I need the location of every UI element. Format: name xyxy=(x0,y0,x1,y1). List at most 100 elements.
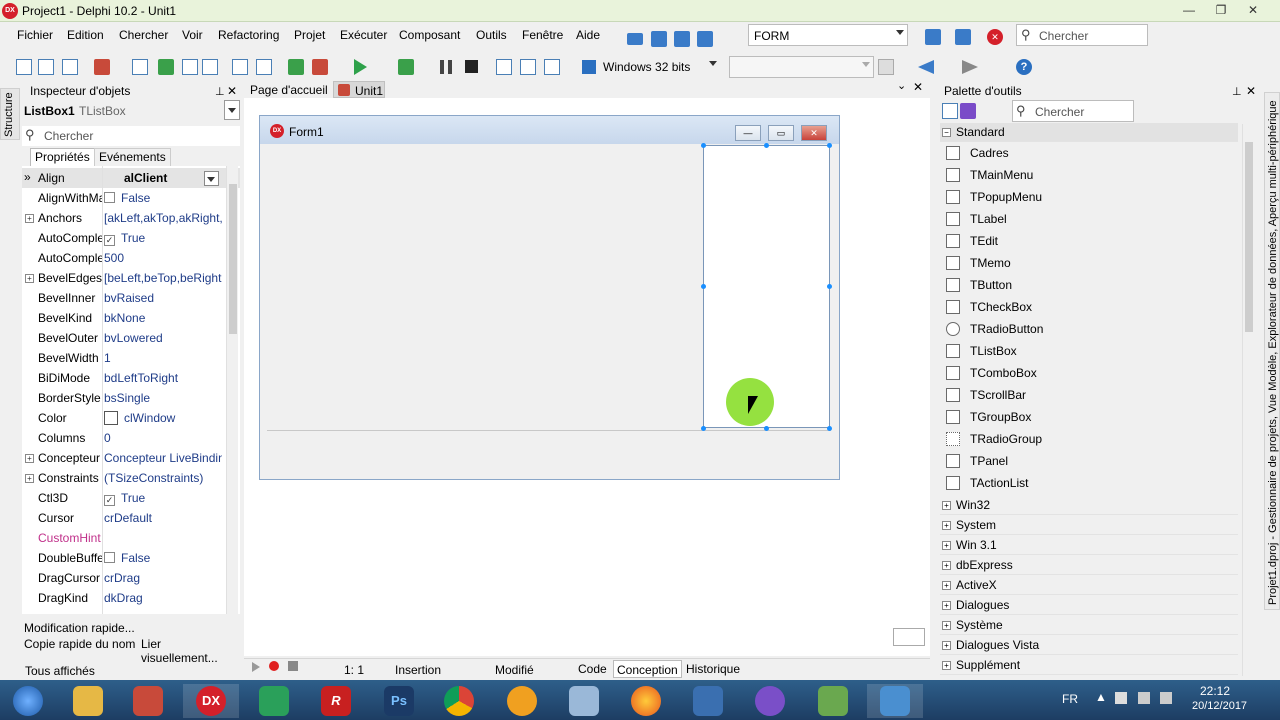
expand-icon[interactable]: + xyxy=(942,641,951,650)
minimize-button[interactable]: — xyxy=(1174,0,1204,20)
quick-edit-link[interactable]: Modification rapide... xyxy=(24,621,135,635)
property-row[interactable]: DoubleBuffered False xyxy=(22,548,240,568)
save-icon[interactable] xyxy=(202,59,218,75)
mail-icon[interactable] xyxy=(627,33,643,45)
category-win31[interactable]: + Win 3.1 xyxy=(940,536,1238,555)
checkbox[interactable] xyxy=(104,192,115,203)
layout-icon[interactable] xyxy=(955,29,971,45)
new-items-icon[interactable] xyxy=(132,59,148,75)
save-all-icon[interactable] xyxy=(232,59,248,75)
expand-all-icon[interactable]: » xyxy=(24,170,31,184)
forward-icon[interactable] xyxy=(962,60,978,74)
refresh-icon[interactable] xyxy=(878,59,894,75)
menu-edition[interactable]: Edition xyxy=(67,28,104,42)
save-as-icon[interactable] xyxy=(256,59,272,75)
view-form-icon[interactable] xyxy=(544,59,560,75)
run-without-debug-icon[interactable] xyxy=(398,59,414,75)
expand-icon[interactable]: + xyxy=(25,274,34,283)
record-macro-icon[interactable] xyxy=(269,661,279,671)
property-row[interactable]: Columns 0 xyxy=(22,428,240,448)
network-icon[interactable] xyxy=(1115,692,1127,704)
reopen-icon[interactable] xyxy=(94,59,110,75)
value-dropdown-button[interactable] xyxy=(204,171,219,186)
menu-executer[interactable]: Exécuter xyxy=(340,28,387,42)
category-supplement[interactable]: + Supplément xyxy=(940,656,1238,675)
category-standard[interactable]: − Standard xyxy=(940,123,1238,142)
component-select[interactable]: ListBox1 TListBox xyxy=(22,100,240,122)
tab-events[interactable]: Evénements xyxy=(94,148,171,166)
selection-handle[interactable] xyxy=(827,426,832,431)
expand-icon[interactable]: + xyxy=(942,601,951,610)
copy-name-link[interactable]: Copie rapide du nom xyxy=(24,637,135,651)
close-icon[interactable]: ✕ xyxy=(1246,84,1256,98)
menu-fenetre[interactable]: Fenêtre xyxy=(522,28,563,42)
scrollbar-thumb[interactable] xyxy=(229,184,237,334)
form-maximize-button[interactable]: ▭ xyxy=(768,125,794,141)
property-row[interactable]: BevelOuter bvLowered xyxy=(22,328,240,348)
scrollbar-thumb[interactable] xyxy=(1245,142,1253,332)
task-transfer[interactable] xyxy=(246,684,302,718)
property-row[interactable]: BorderStyle bsSingle xyxy=(22,388,240,408)
pin-icon[interactable]: ⊥ xyxy=(1232,85,1242,98)
help-chat-icon[interactable] xyxy=(674,31,690,47)
play-macro-icon[interactable] xyxy=(252,662,260,672)
help-icon[interactable]: ? xyxy=(1016,59,1032,75)
tab-unit1[interactable]: Unit1 xyxy=(333,81,385,98)
property-row[interactable]: Cursor crDefault xyxy=(22,508,240,528)
close-icon[interactable]: ✕ xyxy=(913,80,923,94)
category-dialogues[interactable]: + Dialogues xyxy=(940,596,1238,615)
menu-refactoring[interactable]: Refactoring xyxy=(218,28,279,42)
checkbox-checked[interactable]: ✓ xyxy=(104,235,115,246)
palette-search-input[interactable]: ⚲ Chercher xyxy=(1012,100,1134,122)
task-firefox[interactable] xyxy=(618,684,674,718)
category-dialogues-vista[interactable]: + Dialogues Vista xyxy=(940,636,1238,655)
property-row[interactable]: » Align alClient xyxy=(22,168,240,188)
palette-categories-icon[interactable] xyxy=(942,103,958,119)
add-file-icon[interactable] xyxy=(288,59,304,75)
new-unit-icon[interactable] xyxy=(62,59,78,75)
inspector-search-input[interactable]: ⚲ Chercher xyxy=(22,126,240,146)
property-row[interactable]: + ConcepteurConcepteur LiveBindings xyxy=(22,448,240,468)
expand-icon[interactable]: + xyxy=(942,561,951,570)
tray-arrow-icon[interactable]: ▲ xyxy=(1095,690,1107,704)
toggle-form-icon[interactable] xyxy=(496,59,512,75)
selection-handle[interactable] xyxy=(764,143,769,148)
project-manager-tab[interactable]: Projet1.dproj - Gestionnaire de projets,… xyxy=(1264,92,1280,610)
maximize-button[interactable]: ❐ xyxy=(1206,0,1236,20)
collapse-icon[interactable]: − xyxy=(942,128,951,137)
close-layout-icon[interactable]: ✕ xyxy=(987,29,1003,45)
selection-handle[interactable] xyxy=(827,284,832,289)
calendar-icon[interactable] xyxy=(651,31,667,47)
expand-icon[interactable]: + xyxy=(942,581,951,590)
form-close-button[interactable]: ✕ xyxy=(801,125,827,141)
form1-caption-bar[interactable]: DX Form1 — ▭ ✕ xyxy=(260,116,839,144)
bind-visual-link[interactable]: Lier visuellement... xyxy=(141,637,240,665)
stop-macro-icon[interactable] xyxy=(288,661,298,671)
menu-aide[interactable]: Aide xyxy=(576,28,600,42)
tab-conception[interactable]: Conception xyxy=(613,660,682,678)
palette-scrollbar[interactable] xyxy=(1242,124,1254,676)
component-select-button[interactable] xyxy=(224,100,240,120)
property-row[interactable]: AutoComplete✓ True xyxy=(22,228,240,248)
task-paint[interactable] xyxy=(556,684,612,718)
clock-date[interactable]: 20/12/2017 xyxy=(1192,700,1247,712)
layout-select[interactable]: FORM xyxy=(748,24,908,46)
task-android[interactable] xyxy=(805,684,861,718)
platform-select[interactable]: Windows 32 bits xyxy=(578,56,720,78)
property-row[interactable]: + BevelEdges [beLeft,beTop,beRight xyxy=(22,268,240,288)
tab-historique[interactable]: Historique xyxy=(683,660,743,678)
selection-handle[interactable] xyxy=(764,426,769,431)
menu-fichier[interactable]: Fichier xyxy=(17,28,53,42)
property-row[interactable]: AlignWithMargins False xyxy=(22,188,240,208)
palette-cursor-icon[interactable] xyxy=(960,103,976,119)
property-row[interactable]: BiDiMode bdLeftToRight xyxy=(22,368,240,388)
task-keyboard[interactable] xyxy=(680,684,736,718)
category-system[interactable]: + System xyxy=(940,516,1238,535)
category-dbexpress[interactable]: + dbExpress xyxy=(940,556,1238,575)
selection-handle[interactable] xyxy=(701,143,706,148)
back-icon[interactable] xyxy=(918,60,934,74)
deploy-icon[interactable] xyxy=(697,31,713,47)
expand-icon[interactable]: + xyxy=(942,521,951,530)
checkbox[interactable] xyxy=(104,552,115,563)
config-select[interactable] xyxy=(729,56,874,78)
